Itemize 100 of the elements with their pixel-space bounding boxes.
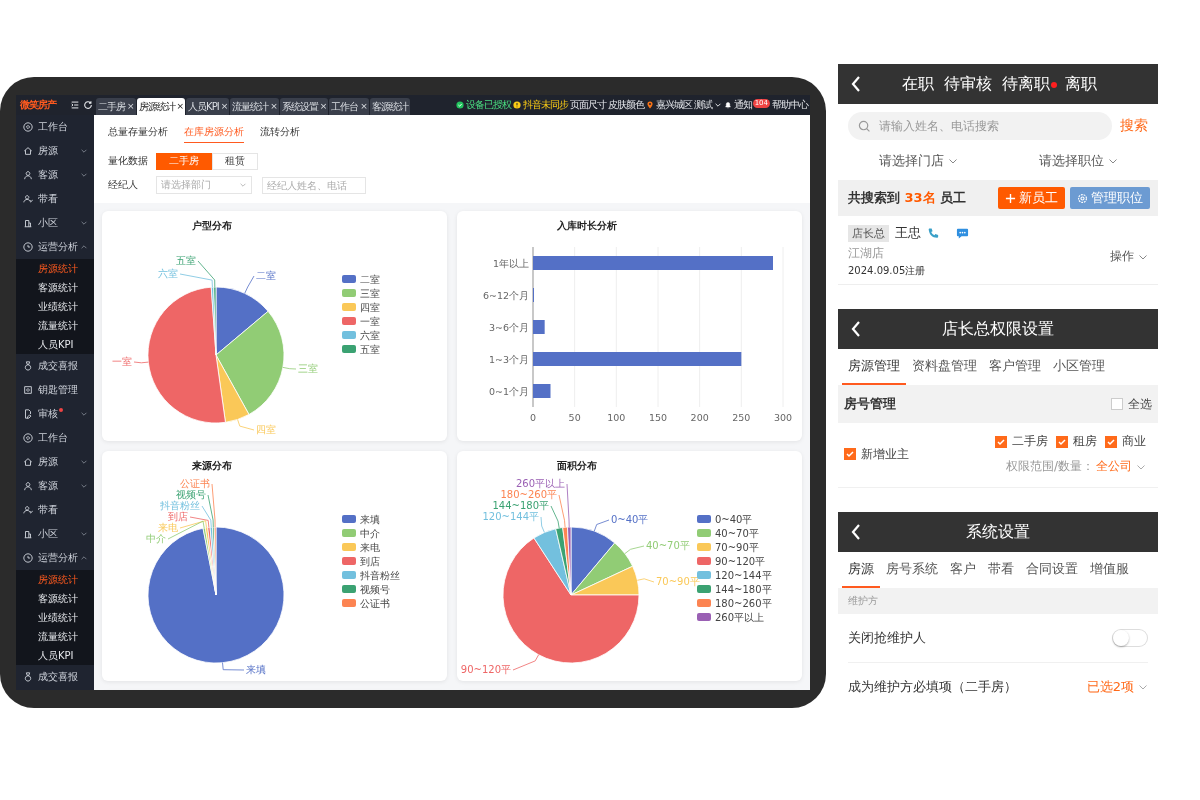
menu-item[interactable]: 工作台 xyxy=(16,426,94,450)
tab[interactable]: 带看 xyxy=(982,552,1020,588)
tab[interactable]: 小区管理 xyxy=(1047,349,1111,385)
tab[interactable]: 二手房 × xyxy=(96,98,136,115)
submenu-item[interactable]: 房源统计 xyxy=(16,570,94,589)
menu-item[interactable]: 小区 xyxy=(16,211,94,235)
search-field[interactable]: 请输入姓名、电话搜索 xyxy=(877,118,1102,134)
slice-label: 来填 xyxy=(245,664,266,675)
toolbar-item[interactable]: 页面尺寸 xyxy=(569,98,606,112)
menu-item[interactable]: 审核 xyxy=(16,402,94,426)
slice-label: 来电 xyxy=(157,522,178,533)
action-dropdown[interactable]: 操作 xyxy=(1110,248,1148,265)
tab[interactable]: 客户管理 xyxy=(983,349,1047,385)
close-icon[interactable]: × xyxy=(220,98,228,115)
tab[interactable]: 合同设置 xyxy=(1020,552,1084,588)
toggle-switch[interactable] xyxy=(1112,629,1148,647)
close-icon[interactable]: × xyxy=(127,98,134,115)
checkbox[interactable] xyxy=(1105,435,1117,448)
search-bar[interactable]: 请输入姓名、电话搜索 xyxy=(848,112,1112,140)
checkbox[interactable] xyxy=(844,448,856,460)
close-icon[interactable]: × xyxy=(270,98,277,115)
tab[interactable]: 资料盘管理 xyxy=(906,349,983,385)
menu-item[interactable]: 小区 xyxy=(16,522,94,546)
back-icon[interactable] xyxy=(850,522,862,542)
menu-item[interactable]: 成交喜报 xyxy=(16,665,94,689)
close-icon[interactable]: × xyxy=(319,98,327,115)
menu-item[interactable]: 带看 xyxy=(16,187,94,211)
menu-item[interactable]: 房源 xyxy=(16,450,94,474)
submenu-item[interactable]: 流量统计 xyxy=(16,627,94,646)
tab[interactable]: 系统设置 × xyxy=(279,98,329,115)
tab[interactable]: 流量统计 × xyxy=(230,98,279,115)
tab[interactable]: 离职 xyxy=(1065,73,1097,95)
checkbox[interactable] xyxy=(995,435,1007,448)
menu-item[interactable]: 运营分析 xyxy=(16,235,94,259)
legend-label: 120~144平 xyxy=(714,570,772,581)
tab[interactable]: 流转分析 xyxy=(260,121,300,143)
permission-checkbox[interactable]: 新增业主 xyxy=(844,445,909,463)
tab[interactable]: 工作台 × xyxy=(329,98,369,115)
menu-item[interactable]: 客源 xyxy=(16,474,94,498)
toolbar-item[interactable]: 抖音未同步 xyxy=(512,98,568,112)
filter-dropdown[interactable]: 请选择职位 xyxy=(1038,152,1118,170)
menu-item[interactable]: 房源 xyxy=(16,139,94,163)
search-field[interactable]: 经纪人姓名、电话 xyxy=(262,176,366,194)
axis-label: 100 xyxy=(606,412,625,423)
toolbar-item[interactable]: 设备已授权 xyxy=(455,98,511,112)
legend-label: 一室 xyxy=(359,316,380,327)
menu-icon[interactable] xyxy=(70,100,80,110)
tab[interactable]: 在职 xyxy=(902,73,934,95)
select-all-checkbox[interactable]: 全选 xyxy=(1111,395,1152,413)
tab[interactable]: 客源统计 xyxy=(369,98,410,115)
toolbar-item[interactable]: 测试 xyxy=(693,98,722,112)
menu-item[interactable]: 运营分析 xyxy=(16,546,94,570)
submenu-item[interactable]: 客源统计 xyxy=(16,278,94,297)
tab[interactable]: 待审核 xyxy=(944,73,992,95)
submenu-item[interactable]: 流量统计 xyxy=(16,316,94,335)
leader-line xyxy=(593,519,609,532)
checkbox[interactable] xyxy=(1111,398,1123,410)
tab[interactable]: 客户 xyxy=(944,552,982,588)
close-icon[interactable]: × xyxy=(360,98,367,115)
legend-label: 四室 xyxy=(359,302,380,313)
person-icon xyxy=(23,170,33,180)
tab[interactable]: 总量存量分析 xyxy=(108,121,168,143)
close-icon[interactable]: × xyxy=(176,98,184,115)
toolbar-item[interactable]: 皮肤颜色 xyxy=(607,98,644,112)
legend-label: 来电 xyxy=(359,542,380,553)
submenu-item[interactable]: 房源统计 xyxy=(16,259,94,278)
toolbar-item[interactable]: 嘉兴城区 xyxy=(645,98,692,112)
option-checkbox[interactable]: 租房 xyxy=(1056,433,1097,450)
menu-item[interactable]: 钥匙管理 xyxy=(16,378,94,402)
chat-icon[interactable] xyxy=(956,226,969,240)
back-icon[interactable] xyxy=(850,319,862,339)
menu-item[interactable]: 工作台 xyxy=(16,115,94,139)
submenu-item[interactable]: 业绩统计 xyxy=(16,608,94,627)
checkbox[interactable] xyxy=(1056,435,1068,448)
tab[interactable]: 房源统计 × xyxy=(136,98,186,115)
option-checkbox[interactable]: 二手房 xyxy=(995,433,1048,450)
legend-label: 五室 xyxy=(359,344,380,355)
option-checkbox[interactable]: 商业 xyxy=(1105,433,1146,450)
axis-label: 0 xyxy=(529,412,536,423)
legend-label: 公证书 xyxy=(359,598,390,609)
segment-button[interactable]: 租赁 xyxy=(212,152,258,170)
menu-item[interactable]: 客源 xyxy=(16,163,94,187)
submenu-item[interactable]: 人员KPI xyxy=(16,646,94,665)
search-icon xyxy=(858,119,871,133)
refresh-icon[interactable] xyxy=(83,100,93,110)
tab[interactable]: 房号系统 xyxy=(880,552,944,588)
location-pin-icon xyxy=(645,101,654,109)
back-icon[interactable] xyxy=(850,74,862,94)
phone-icon[interactable] xyxy=(927,226,940,240)
toolbar-item[interactable]: 帮助中心 xyxy=(772,98,808,112)
toolbar-item[interactable]: 通知 xyxy=(723,98,752,112)
menu-item[interactable]: 成交喜报 xyxy=(16,354,94,378)
submenu-item[interactable]: 客源统计 xyxy=(16,589,94,608)
filter-dropdown[interactable]: 请选择门店 xyxy=(878,152,958,170)
submenu-item[interactable]: 业绩统计 xyxy=(16,297,94,316)
tab[interactable]: 待离职 xyxy=(1002,73,1050,95)
submenu-item[interactable]: 人员KPI xyxy=(16,335,94,354)
tab[interactable]: 人员KPI × xyxy=(186,98,230,115)
tab[interactable]: 增值服 xyxy=(1084,552,1135,588)
menu-item[interactable]: 带看 xyxy=(16,498,94,522)
